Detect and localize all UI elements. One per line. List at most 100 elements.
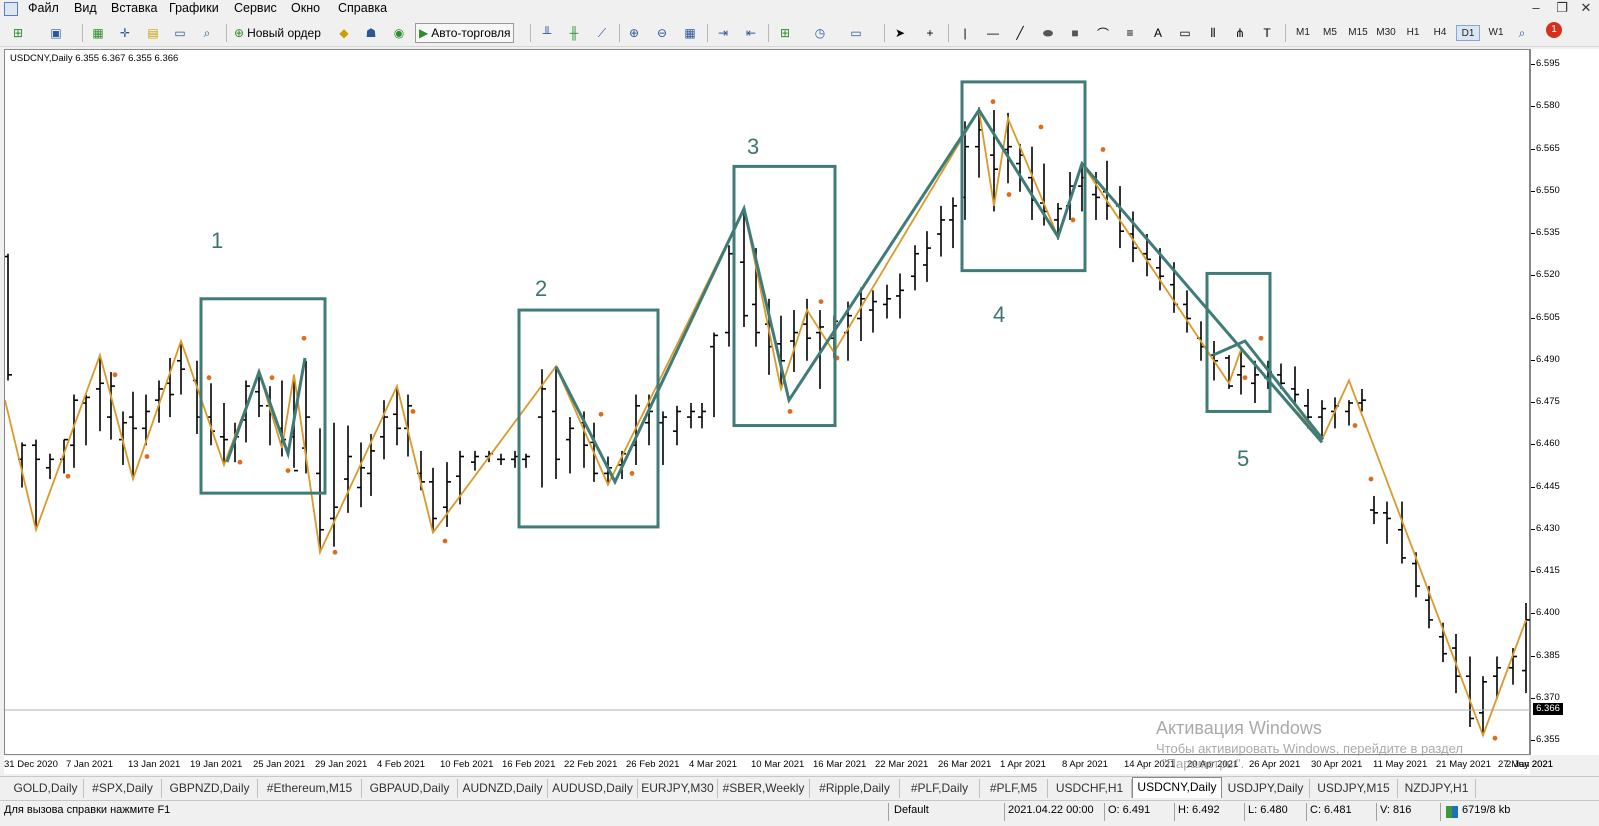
new-chart-icon[interactable]: ⊞ — [8, 23, 28, 43]
menu-view[interactable]: Вид — [74, 1, 97, 15]
label-icon[interactable]: ▭ — [1175, 23, 1195, 43]
status-datetime: 2021.04.22 00:00 — [1008, 804, 1094, 816]
fractal-dot — [787, 409, 793, 414]
restore-icon[interactable]: ❐ — [1552, 0, 1572, 16]
timeframe-d1[interactable]: D1 — [1456, 25, 1480, 41]
candlestick-icon[interactable]: ╫ — [564, 23, 584, 43]
menu-insert[interactable]: Вставка — [111, 1, 157, 15]
ohlc-bar — [975, 107, 983, 178]
pattern-label-1: 1 — [211, 228, 224, 253]
chart-tab[interactable]: #SPX,Daily — [84, 779, 162, 798]
zoom-out-icon[interactable]: ⊖ — [652, 23, 672, 43]
ellipse-icon[interactable]: ⬬ — [1038, 23, 1058, 43]
fractal-dot — [1492, 735, 1498, 741]
auto-trading-button[interactable]: ▶ Авто-торговля — [415, 23, 515, 43]
chart-tab[interactable]: #Ripple,Daily — [810, 779, 900, 798]
meta-editor-icon[interactable]: ◆ — [334, 23, 354, 43]
vertical-line-icon[interactable]: | — [955, 23, 975, 43]
price-tick-label: 6.535 — [1536, 227, 1560, 238]
chart-tab[interactable]: EURJPY,M30 — [638, 779, 718, 798]
periods-clock-icon[interactable]: ◷ — [810, 23, 830, 43]
line-chart-icon[interactable]: ⟋ — [592, 23, 612, 43]
text-icon[interactable]: A — [1148, 23, 1168, 43]
time-tick-label: 14 Apr 2021 — [1124, 759, 1176, 770]
timeframe-h1[interactable]: H1 — [1401, 25, 1425, 41]
trendline-icon[interactable]: ╱ — [1010, 23, 1030, 43]
price-tick-label: 6.430 — [1536, 522, 1560, 534]
timeframe-m1[interactable]: M1 — [1291, 25, 1315, 41]
menu-help[interactable]: Справка — [338, 1, 387, 15]
chart-tab[interactable]: USDCHF,H1 — [1048, 779, 1132, 798]
timeframe-m15[interactable]: M15 — [1346, 25, 1370, 41]
data-window-icon[interactable]: ✛ — [115, 23, 135, 43]
timeframe-m5[interactable]: M5 — [1318, 25, 1342, 41]
chart-area[interactable]: USDCNY,Daily 6.355 6.367 6.355 6.366 1 2… — [4, 49, 1531, 755]
indicators-icon[interactable]: ⊞ — [775, 23, 795, 43]
text-label-icon[interactable]: T — [1257, 23, 1277, 43]
timeframe-w1[interactable]: W1 — [1484, 25, 1508, 41]
cursor-icon[interactable]: ➤ — [890, 23, 910, 43]
notification-badge[interactable]: 1 — [1546, 22, 1562, 38]
fibo-levels-icon[interactable]: ≡ — [1120, 23, 1140, 43]
chart-tab[interactable]: NZDJPY,H1 — [1398, 779, 1476, 798]
zoom-in-icon[interactable]: ⊕ — [624, 23, 644, 43]
minimize-icon[interactable]: – — [1526, 0, 1546, 15]
profiles-icon[interactable]: ▣ — [46, 23, 66, 43]
menu-file[interactable]: Файл — [28, 1, 59, 15]
fractal-dot — [237, 459, 243, 465]
price-tick — [1531, 613, 1535, 615]
menu-window[interactable]: Окно — [291, 1, 320, 15]
fractal-dot — [301, 335, 307, 341]
chart-tab[interactable]: GBPNZD,Daily — [162, 779, 258, 798]
timeframe-m30[interactable]: M30 — [1374, 25, 1398, 41]
status-high: H: 6.492 — [1178, 804, 1220, 816]
app-icon[interactable] — [4, 2, 18, 16]
chart-tab[interactable]: #PLF,M5 — [980, 779, 1048, 798]
chart-tab[interactable]: USDCNY,Daily — [1132, 777, 1222, 798]
search-icon[interactable]: ⌕ — [1512, 23, 1532, 43]
chart-tab[interactable]: GOLD,Daily — [8, 779, 84, 798]
strategy-tester-icon[interactable]: ⌕ — [197, 23, 217, 43]
ohlc-bar — [883, 284, 891, 319]
chart-tab[interactable]: #SBER,Weekly — [718, 779, 810, 798]
chart-tab[interactable]: USDJPY,M15 — [1310, 779, 1398, 798]
chart-tab[interactable]: #Ethereum,M15 — [258, 779, 362, 798]
timeframe-h4[interactable]: H4 — [1428, 25, 1452, 41]
fibo-arc-icon[interactable]: ⌒ — [1093, 23, 1113, 43]
tile-windows-icon[interactable]: ▦ — [680, 23, 700, 43]
navigator-icon[interactable]: ▤ — [143, 23, 163, 43]
crosshair-icon[interactable]: + — [920, 23, 940, 43]
horizontal-line-icon[interactable]: — — [983, 23, 1003, 43]
fractal-dot — [206, 375, 212, 381]
chart-shift-icon[interactable]: ⇤ — [741, 23, 761, 43]
price-tick-label: 6.490 — [1536, 353, 1560, 365]
terminal-icon[interactable]: ▭ — [170, 23, 190, 43]
bar-chart-icon[interactable]: ╨ — [537, 23, 557, 43]
chart-tab[interactable]: AUDUSD,Daily — [548, 779, 638, 798]
fibo-fan-icon[interactable]: ⋔ — [1230, 23, 1250, 43]
menu-charts[interactable]: Графики — [169, 1, 219, 15]
status-profile[interactable]: Default — [894, 804, 929, 816]
time-tick-label: 31 Dec 2020 — [4, 759, 58, 770]
chart-tab[interactable]: AUDNZD,Daily — [458, 779, 548, 798]
signals-icon[interactable]: ☗ — [361, 23, 381, 43]
menu-tools[interactable]: Сервис — [234, 1, 277, 15]
chart-tab[interactable]: #PLF,Daily — [900, 779, 980, 798]
price-tick — [1531, 444, 1535, 446]
chart-header: USDCNY,Daily 6.355 6.367 6.355 6.366 — [10, 53, 179, 64]
templates-icon[interactable]: ▭ — [846, 23, 866, 43]
time-tick-label: 19 Jan 2021 — [190, 759, 243, 770]
pattern-box-2 — [517, 308, 660, 529]
price-tick-label: 6.580 — [1536, 100, 1560, 112]
rectangle-icon[interactable]: ■ — [1065, 23, 1085, 43]
broadcast-icon[interactable]: ◉ — [389, 23, 409, 43]
chart-tab[interactable]: USDJPY,Daily — [1222, 779, 1310, 798]
autoscroll-icon[interactable]: ⇥ — [713, 23, 733, 43]
ohlc-bar — [659, 411, 667, 465]
market-watch-icon[interactable]: ▦ — [88, 23, 108, 43]
new-order-button[interactable]: ⊕ Новый ордер — [231, 23, 324, 43]
price-tick-label: 6.370 — [1536, 691, 1560, 703]
chart-tab[interactable]: GBPAUD,Daily — [362, 779, 458, 798]
close-icon[interactable]: ✕ — [1576, 0, 1596, 16]
gann-grid-icon[interactable]: ⦀ — [1203, 23, 1223, 43]
